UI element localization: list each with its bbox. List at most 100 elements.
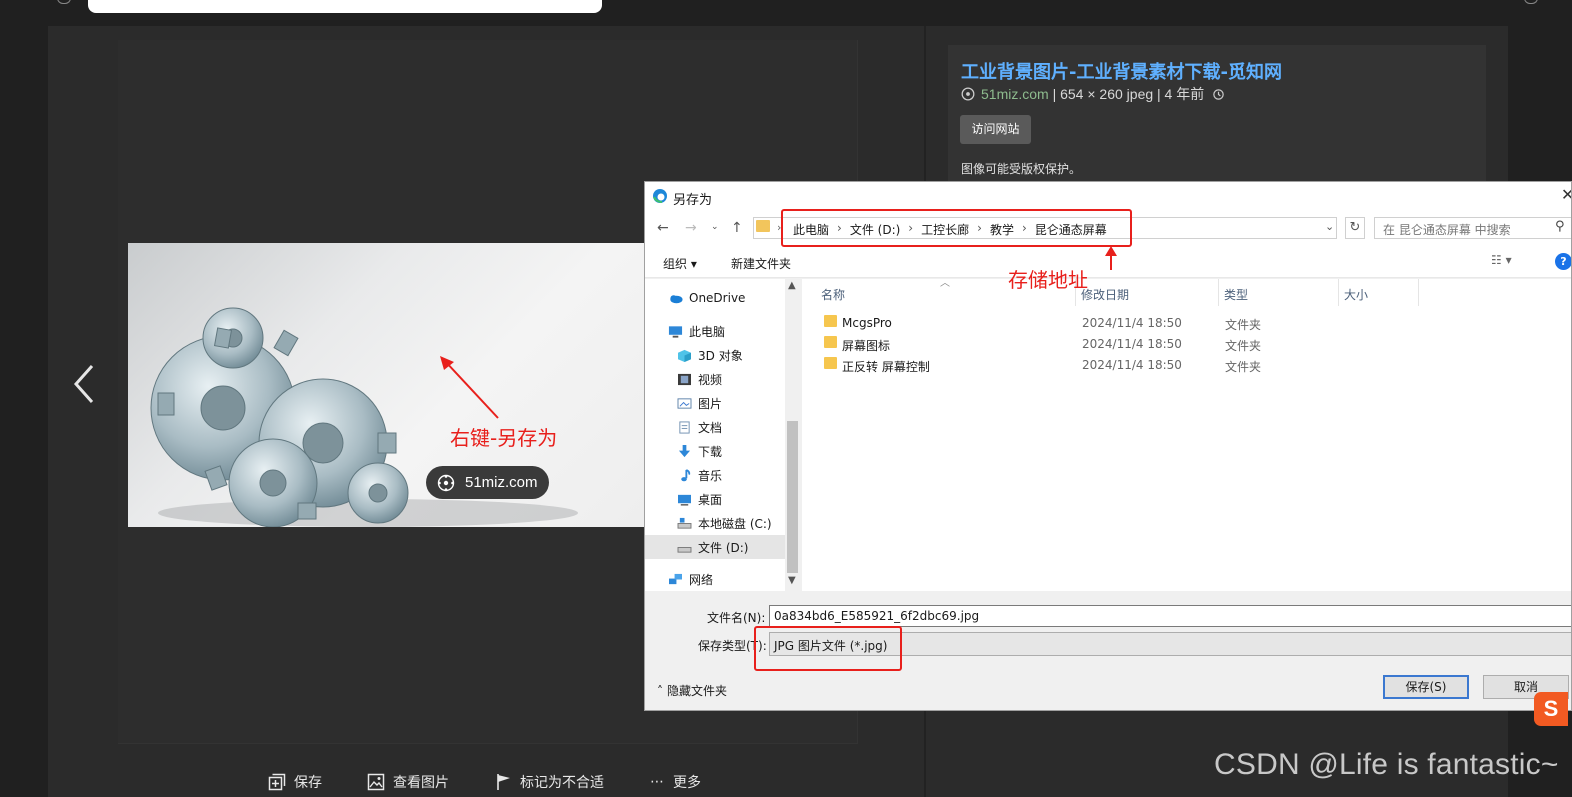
annotation-right-click-text: 右键-另存为: [450, 426, 558, 450]
copyright-notice: 图像可能受版权保护。: [961, 162, 1082, 176]
search-input[interactable]: [88, 0, 602, 13]
up-arrow-icon[interactable]: ↑: [731, 220, 743, 236]
view-image-label: 查看图片: [393, 775, 449, 791]
nav-label: OneDrive: [689, 291, 746, 305]
image-meta: 51miz.com | 654 × 260 jpeg | 4 年前: [961, 84, 1225, 104]
nav-item-music[interactable]: 音乐: [677, 467, 722, 484]
cube-icon: [678, 349, 691, 362]
nav-item-this-pc[interactable]: 此电脑: [668, 323, 725, 340]
more-dots-icon: ⋯: [650, 774, 665, 790]
scroll-down-icon[interactable]: ▼: [788, 575, 796, 586]
file-modified: 2024/11/4 18:50: [1082, 337, 1182, 351]
globe-icon: [961, 87, 975, 101]
nav-scrollbar[interactable]: ▲ ▼: [785, 279, 800, 591]
source-watermark-text: 51miz.com: [465, 474, 538, 491]
file-list-pane: [802, 279, 1571, 591]
file-name: 屏幕图标: [842, 339, 891, 353]
dialog-save-button[interactable]: 保存(S): [1383, 675, 1469, 699]
file-name: McgsPro: [842, 316, 892, 330]
sogou-ime-icon[interactable]: S: [1534, 692, 1568, 726]
save-label: 保存: [294, 775, 322, 791]
drive-c-icon: [677, 517, 692, 529]
folder-icon: [824, 357, 837, 369]
network-icon: [669, 573, 682, 585]
screen: 51miz.com 右键-另存为 工业背景图片-工业背景素材下载-觅知网 51m…: [0, 0, 1572, 797]
refresh-icon[interactable]: ↻: [1345, 217, 1365, 239]
nav-item-downloads[interactable]: 下载: [677, 443, 722, 460]
filename-field[interactable]: 0a834bd6_E585921_6f2dbc69.jpg: [769, 605, 1571, 627]
visit-site-button[interactable]: 访问网站: [960, 115, 1031, 144]
search-icon: ⚲: [1555, 219, 1565, 234]
image-domain[interactable]: 51miz.com: [981, 86, 1049, 102]
dialog-titlebar: 另存为 ✕: [645, 182, 1571, 212]
address-dropdown-icon[interactable]: ⌄: [1325, 220, 1334, 233]
annotation-arrow-path: [1105, 246, 1117, 270]
nav-label: 图片: [698, 397, 723, 411]
folder-icon: [824, 315, 837, 327]
folder-icon: [824, 336, 837, 348]
nav-item-local-disk-c[interactable]: 本地磁盘 (C:): [677, 515, 772, 532]
search-placeholder: 在 昆仑通态屏幕 中搜索: [1383, 223, 1511, 237]
back-arrow-icon[interactable]: ←: [657, 220, 669, 236]
column-header-size[interactable]: 大小: [1344, 286, 1368, 303]
drive-icon: [677, 547, 692, 553]
nav-item-videos[interactable]: 视频: [677, 371, 722, 388]
globe-icon: [437, 474, 455, 492]
column-header-type[interactable]: 类型: [1224, 286, 1248, 303]
view-image-button[interactable]: 查看图片: [367, 772, 449, 792]
view-options-icon[interactable]: ☷ ▾: [1491, 253, 1512, 267]
picture-icon: [677, 398, 692, 409]
history-icon: [1213, 89, 1224, 100]
scroll-up-icon[interactable]: ▲: [788, 280, 796, 291]
forward-arrow-icon[interactable]: →: [685, 220, 697, 236]
account-icon[interactable]: [1524, 0, 1538, 4]
column-header-modified[interactable]: 修改日期: [1081, 286, 1129, 303]
image-source-title-link[interactable]: 工业背景图片-工业背景素材下载-觅知网: [961, 58, 1282, 84]
organize-menu[interactable]: 组织 ▾: [663, 255, 697, 272]
help-icon[interactable]: ?: [1555, 253, 1571, 270]
nav-item-onedrive[interactable]: OneDrive: [668, 291, 745, 305]
edge-icon: [653, 189, 667, 203]
nav-label: 此电脑: [689, 325, 726, 339]
preview-image[interactable]: [128, 243, 648, 527]
nav-item-3d-objects[interactable]: 3D 对象: [677, 347, 743, 364]
nav-item-desktop[interactable]: 桌面: [677, 491, 722, 508]
file-modified: 2024/11/4 18:50: [1082, 316, 1182, 330]
nav-label: 本地磁盘 (C:): [698, 517, 772, 531]
column-header-name[interactable]: 名称: [821, 286, 845, 303]
recent-locations-icon[interactable]: ⌄: [711, 222, 719, 232]
back-icon[interactable]: [57, 0, 71, 4]
dialog-title: 另存为: [673, 193, 713, 208]
nav-item-network[interactable]: 网络: [668, 571, 713, 588]
nav-item-drive-d[interactable]: 文件 (D:): [677, 539, 748, 556]
nav-label: 下载: [698, 445, 723, 459]
file-type: 文件夹: [1225, 339, 1262, 353]
close-icon[interactable]: ✕: [1561, 185, 1571, 204]
nav-item-documents[interactable]: 文档: [677, 419, 722, 436]
desktop-icon: [678, 494, 691, 506]
nav-label: 文档: [698, 421, 723, 435]
download-icon: [678, 445, 691, 458]
nav-item-pictures[interactable]: 图片: [677, 395, 722, 412]
save-button[interactable]: 保存: [268, 772, 322, 792]
nav-label: 3D 对象: [698, 349, 743, 363]
file-type: 文件夹: [1225, 360, 1262, 374]
flag-inappropriate-button[interactable]: 标记为不合适: [496, 772, 604, 792]
hide-folders-toggle[interactable]: ˄ 隐藏文件夹: [657, 682, 727, 699]
scroll-thumb[interactable]: [787, 421, 798, 573]
image-meta-text: | 654 × 260 jpeg | 4 年前: [1052, 86, 1205, 102]
music-note-icon: [681, 469, 691, 482]
column-divider: [1418, 279, 1419, 306]
nav-label: 音乐: [698, 469, 723, 483]
csdn-watermark: CSDN @Life is fantastic~: [1214, 748, 1559, 781]
save-collection-icon: [268, 773, 286, 791]
browser-top-bar: [0, 0, 1572, 24]
file-type: 文件夹: [1225, 318, 1262, 332]
computer-icon: [668, 326, 683, 338]
folder-search-input[interactable]: 在 昆仑通态屏幕 中搜索 ⚲: [1374, 217, 1571, 239]
more-button[interactable]: ⋯ 更多: [650, 772, 701, 792]
previous-image-icon[interactable]: [72, 364, 106, 404]
filename-label: 文件名(N):: [707, 611, 766, 625]
new-folder-button[interactable]: 新建文件夹: [731, 255, 791, 272]
document-icon: [679, 421, 690, 434]
